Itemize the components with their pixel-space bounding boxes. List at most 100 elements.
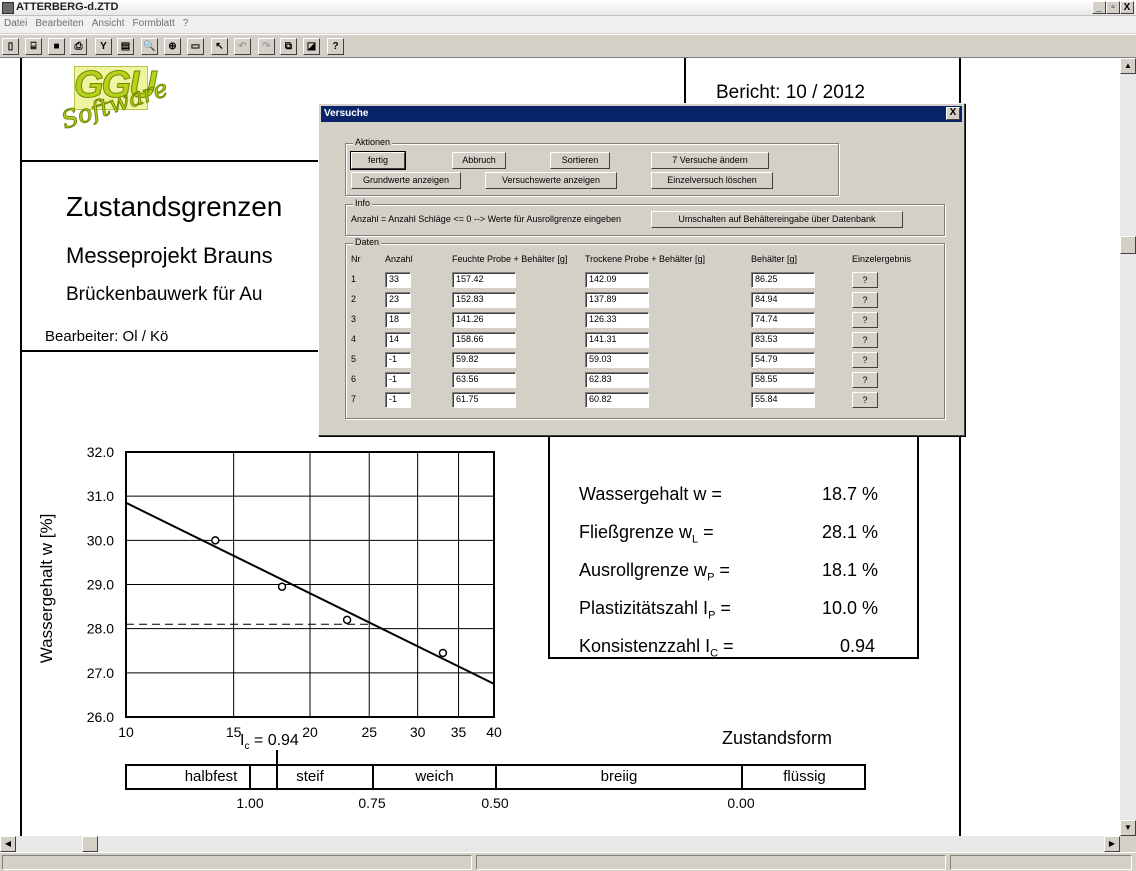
preview-icon[interactable]: ▤ xyxy=(117,38,134,55)
sortieren-button[interactable]: Sortieren xyxy=(550,152,610,169)
menu-ansicht[interactable]: Ansicht xyxy=(88,16,129,31)
menu-help[interactable]: ? xyxy=(179,16,193,31)
menu-bar: Datei Bearbeiten Ansicht Formblatt? xyxy=(0,16,1136,33)
trocken-field[interactable]: 60.82 xyxy=(585,392,649,408)
row-nr: 1 xyxy=(351,274,357,284)
data-point xyxy=(342,615,352,625)
versuchswerte-button[interactable]: Versuchswerte anzeigen xyxy=(485,172,617,189)
scroll-down-icon[interactable]: ▼ xyxy=(1120,820,1136,836)
behaelter-field[interactable]: 74.74 xyxy=(751,312,815,328)
anzahl-field[interactable]: -1 xyxy=(385,352,411,368)
trocken-field[interactable]: 141.31 xyxy=(585,332,649,348)
einzelergebnis-button[interactable]: ? xyxy=(852,372,878,388)
menu-datei[interactable]: Datei xyxy=(0,16,31,31)
data-point xyxy=(211,536,220,545)
close-button[interactable]: X xyxy=(1120,1,1134,14)
redo-icon[interactable]: ↷ xyxy=(258,38,275,55)
einzelergebnis-button[interactable]: ? xyxy=(852,312,878,328)
consistency-state: weich xyxy=(415,768,454,785)
help-icon[interactable]: ? xyxy=(327,38,344,55)
feucht-field[interactable]: 59.82 xyxy=(452,352,516,368)
anzahl-field[interactable]: -1 xyxy=(385,392,411,408)
einzelergebnis-button[interactable]: ? xyxy=(852,332,878,348)
horizontal-scrollbar[interactable]: ◀ ▶ xyxy=(0,836,1120,852)
einzelversuch-loeschen-button[interactable]: Einzelversuch löschen xyxy=(651,172,773,189)
einzelergebnis-button[interactable]: ? xyxy=(852,392,878,408)
menu-formblatt[interactable]: Formblatt xyxy=(129,16,179,31)
behaelter-field[interactable]: 55.84 xyxy=(751,392,815,408)
feucht-field[interactable]: 61.75 xyxy=(452,392,516,408)
report-number: Bericht: 10 / 2012 xyxy=(716,82,865,103)
zustandsform-label: Zustandsform xyxy=(722,728,833,748)
grundwerte-button[interactable]: Grundwerte anzeigen xyxy=(351,172,461,189)
window-title: ATTERBERG-d.ZTD xyxy=(16,1,119,13)
new-icon[interactable]: ▯ xyxy=(2,38,19,55)
anzahl-field[interactable]: 23 xyxy=(385,292,411,308)
print-icon[interactable]: ⎙ xyxy=(70,38,87,55)
pointer-icon[interactable]: ↖ xyxy=(211,38,228,55)
behaelter-field[interactable]: 58.55 xyxy=(751,372,815,388)
trocken-field[interactable]: 137.89 xyxy=(585,292,649,308)
open-icon[interactable]: ⌸ xyxy=(25,38,42,55)
save-icon[interactable]: ■ xyxy=(48,38,65,55)
restore-button[interactable]: ▫ xyxy=(1106,1,1120,14)
result-label: Plastizitätszahl IP = xyxy=(579,598,731,622)
row-nr: 4 xyxy=(351,334,357,344)
aktionen-label: Aktionen xyxy=(353,137,393,147)
behaelter-field[interactable]: 83.53 xyxy=(751,332,815,348)
feucht-field[interactable]: 158.66 xyxy=(452,332,516,348)
minimize-button[interactable]: _ xyxy=(1092,1,1106,14)
einzelergebnis-button[interactable]: ? xyxy=(852,292,878,308)
behaelter-field[interactable]: 54.79 xyxy=(751,352,815,368)
trocken-field[interactable]: 126.33 xyxy=(585,312,649,328)
result-value: 0.94 xyxy=(840,636,876,656)
feucht-field[interactable]: 157.42 xyxy=(452,272,516,288)
anzahl-field[interactable]: 18 xyxy=(385,312,411,328)
versuche-aendern-button[interactable]: 7 Versuche ändern xyxy=(651,152,769,169)
anzahl-field[interactable]: -1 xyxy=(385,372,411,388)
header-trocken: Trockene Probe + Behälter [g] xyxy=(585,254,705,264)
scroll-up-icon[interactable]: ▲ xyxy=(1120,58,1136,74)
behaelter-field[interactable]: 86.25 xyxy=(751,272,815,288)
dialog-close-button[interactable]: X xyxy=(946,107,960,120)
trocken-field[interactable]: 62.83 xyxy=(585,372,649,388)
einzelergebnis-button[interactable]: ? xyxy=(852,352,878,368)
vertical-scroll-thumb[interactable] xyxy=(1120,236,1136,254)
scroll-left-icon[interactable]: ◀ xyxy=(0,836,16,852)
abbruch-button[interactable]: Abbruch xyxy=(452,152,506,169)
copy-icon[interactable]: ⧉ xyxy=(280,38,297,55)
status-cell xyxy=(2,855,472,870)
vertical-scrollbar[interactable]: ▲ ▼ xyxy=(1120,58,1136,836)
project-name: Messeprojekt Brauns xyxy=(66,243,273,268)
result-value: 10.0 % xyxy=(822,598,879,618)
header-anzahl: Anzahl xyxy=(385,254,413,264)
header-behaelter: Behälter [g] xyxy=(751,254,798,264)
horizontal-scroll-thumb[interactable] xyxy=(82,836,98,852)
fertig-button[interactable]: fertig xyxy=(350,151,406,170)
umschalten-button[interactable]: Umschalten auf Behältereingabe über Date… xyxy=(651,211,903,228)
scroll-right-icon[interactable]: ▶ xyxy=(1104,836,1120,852)
menu-bearbeiten[interactable]: Bearbeiten xyxy=(31,16,87,31)
undo-icon[interactable]: ↶ xyxy=(234,38,251,55)
ggu-logo: GGU Software xyxy=(56,64,176,154)
anzahl-field[interactable]: 14 xyxy=(385,332,411,348)
feucht-field[interactable]: 141.26 xyxy=(452,312,516,328)
trocken-field[interactable]: 142.09 xyxy=(585,272,649,288)
einzelergebnis-button[interactable]: ? xyxy=(852,272,878,288)
consistency-state: halbfest xyxy=(184,768,238,785)
status-cell xyxy=(950,855,1132,870)
filter-icon[interactable]: Y xyxy=(95,38,112,55)
export-icon[interactable]: ◪ xyxy=(303,38,320,55)
row-nr: 5 xyxy=(351,354,357,364)
feucht-field[interactable]: 63.56 xyxy=(452,372,516,388)
trocken-field[interactable]: 59.03 xyxy=(585,352,649,368)
feucht-field[interactable]: 152.83 xyxy=(452,292,516,308)
result-value: 18.7 % xyxy=(822,484,879,504)
anzahl-field[interactable]: 33 xyxy=(385,272,411,288)
status-cell xyxy=(476,855,946,870)
page-icon[interactable]: ▭ xyxy=(187,38,204,55)
zoom-icon[interactable]: 🔍 xyxy=(141,38,158,55)
x-tick-label: 25 xyxy=(361,724,377,738)
zoom-in-icon[interactable]: ⊕ xyxy=(164,38,181,55)
behaelter-field[interactable]: 84.94 xyxy=(751,292,815,308)
